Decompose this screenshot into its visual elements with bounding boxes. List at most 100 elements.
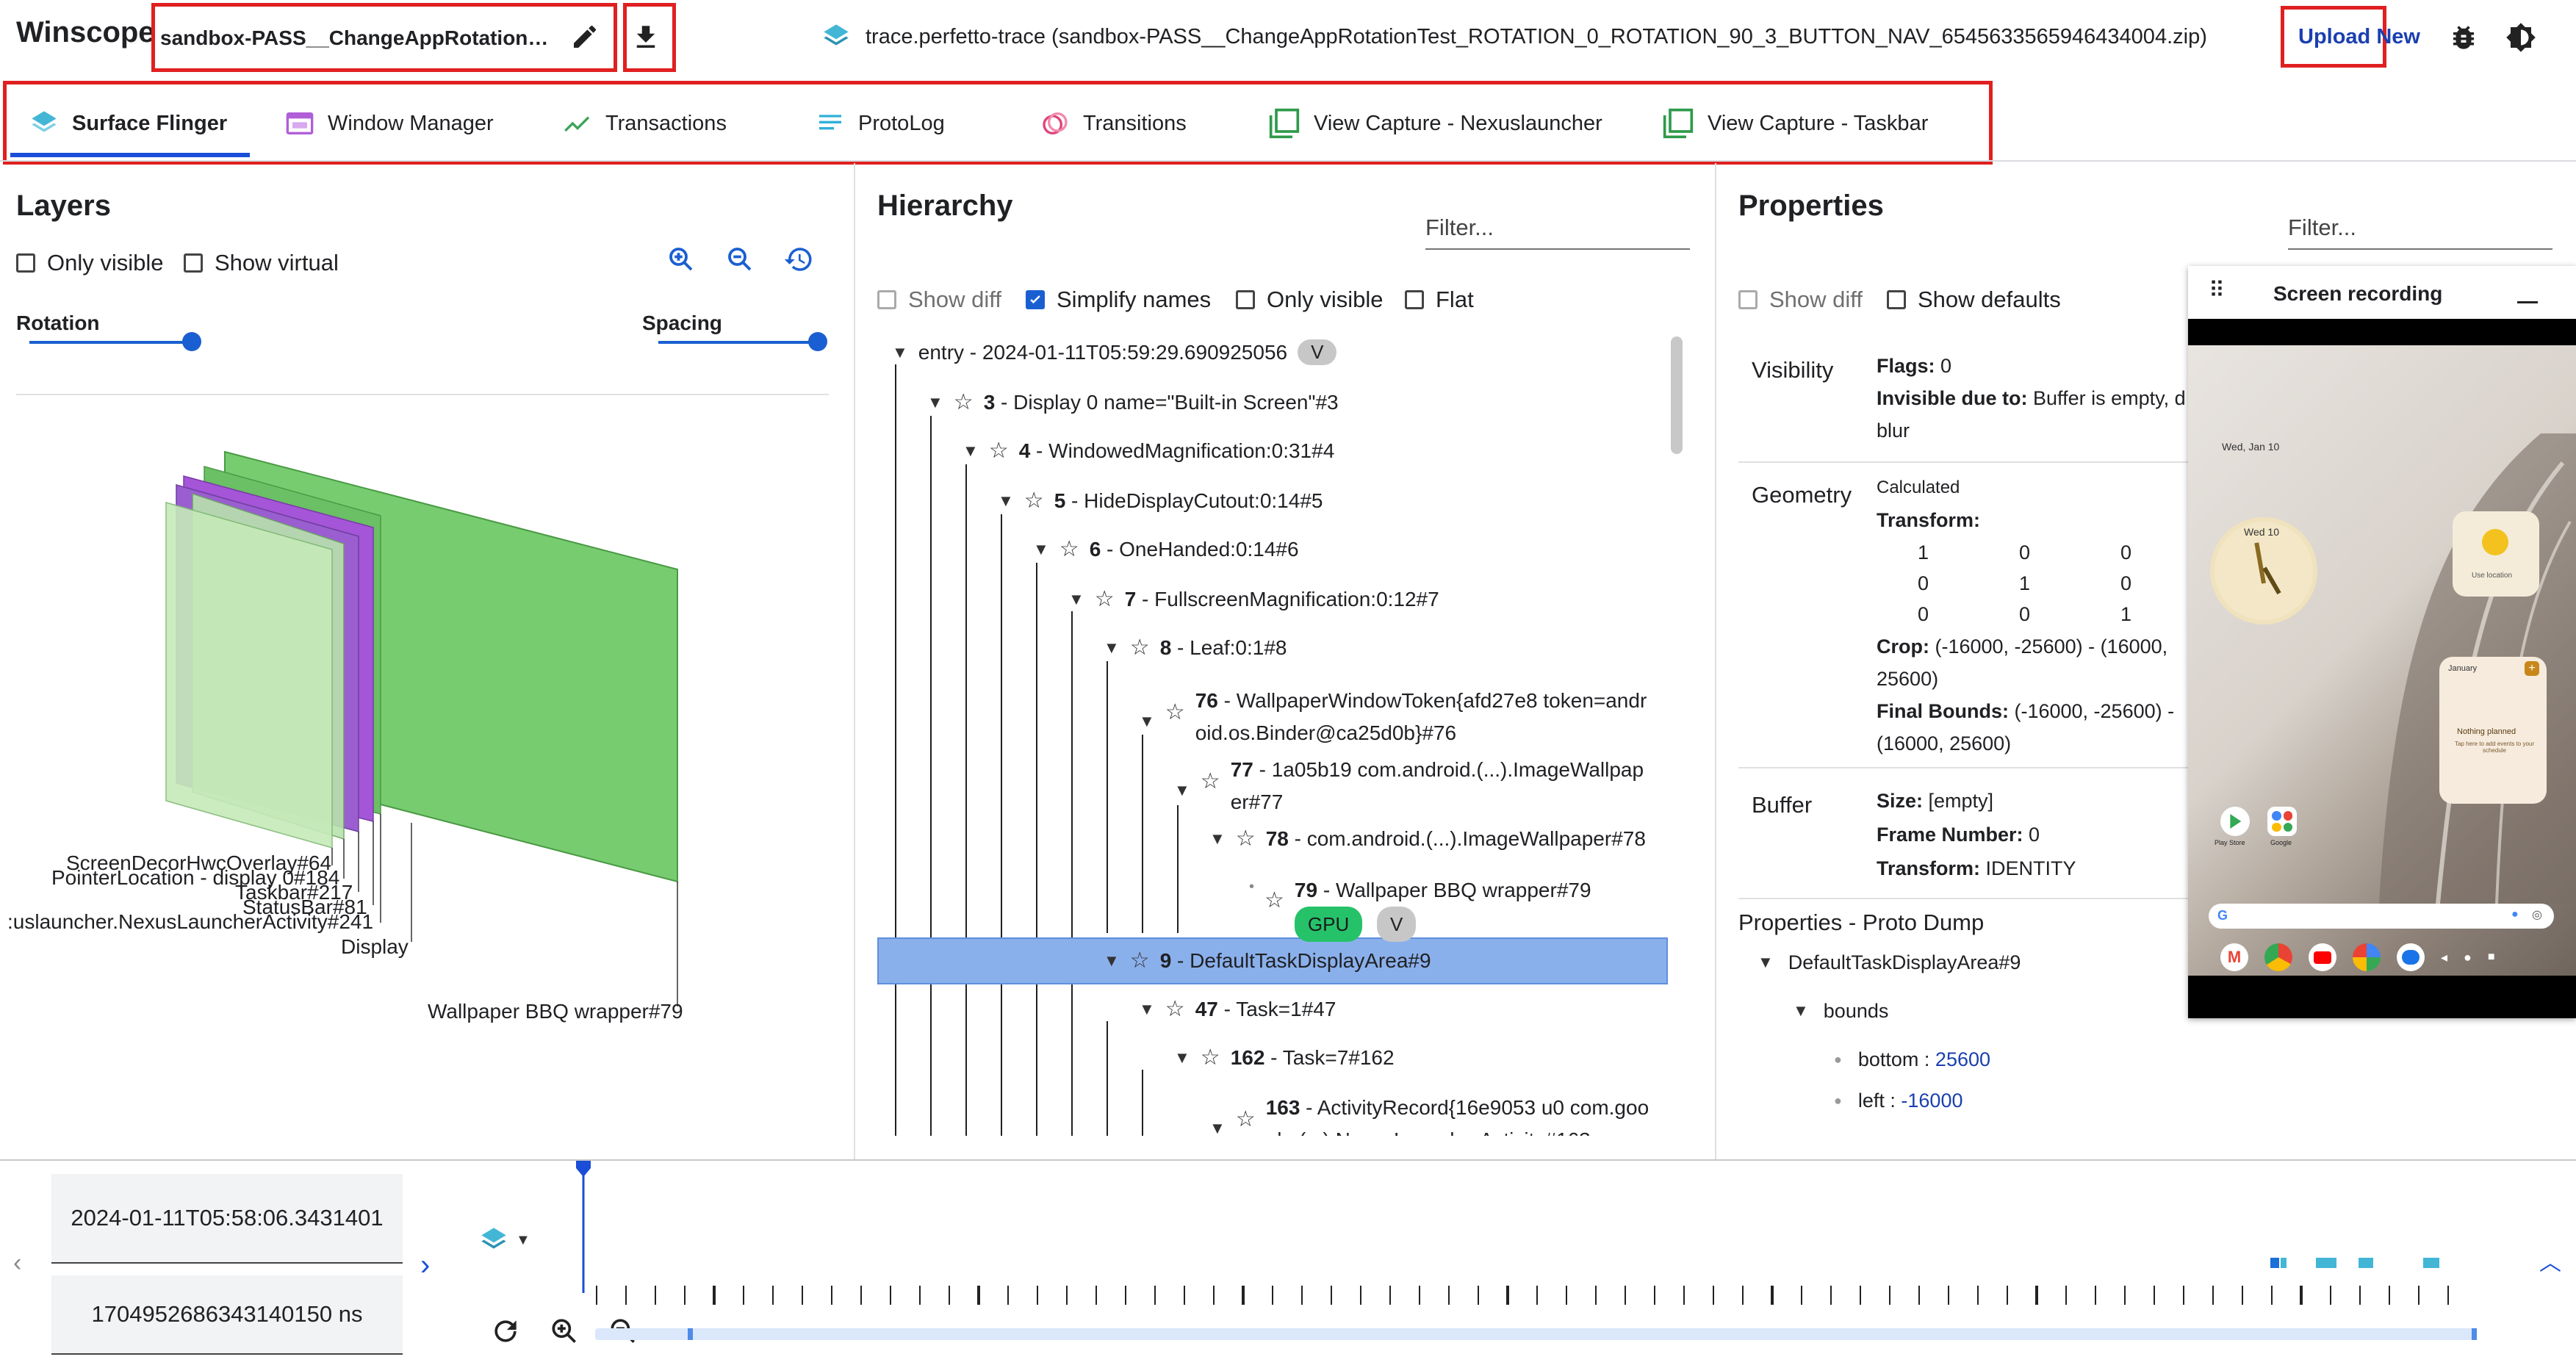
star-icon[interactable]: ☆ <box>1236 1103 1256 1136</box>
tree-node[interactable]: ▼ ☆ 47 - Task=1#47 <box>1139 996 1336 1022</box>
proto-node[interactable]: ▼ DefaultTaskDisplayArea#9 <box>1757 946 2021 979</box>
google-folder-icon[interactable] <box>2267 807 2297 836</box>
star-icon[interactable]: ☆ <box>989 438 1009 464</box>
play-store-icon[interactable] <box>2220 807 2250 836</box>
checkbox-box[interactable] <box>1026 290 1045 309</box>
chevron-down-icon[interactable]: ▼ <box>1174 1048 1190 1067</box>
timeline-range-bar[interactable] <box>595 1328 2476 1340</box>
calendar-widget[interactable]: January + Nothing planned Tap here to ad… <box>2439 657 2547 804</box>
checkbox-box[interactable] <box>184 253 203 273</box>
star-icon[interactable]: ☆ <box>954 389 974 415</box>
tab-protolog[interactable]: ProtoLog <box>816 88 945 159</box>
chevron-up-icon[interactable]: ︿ <box>2539 1245 2561 1277</box>
photos-icon[interactable] <box>2353 943 2381 971</box>
zoom-in-icon[interactable] <box>666 244 697 275</box>
tree-scrollbar[interactable] <box>1671 336 1683 454</box>
rotation-slider-thumb[interactable] <box>182 332 201 351</box>
star-icon[interactable]: ☆ <box>1165 996 1185 1022</box>
checkbox-box[interactable] <box>1405 290 1424 309</box>
layer-overlay-rect[interactable] <box>165 502 333 849</box>
star-icon[interactable]: ☆ <box>1201 1045 1220 1070</box>
upload-new-button[interactable]: Upload New <box>2298 25 2420 49</box>
properties-filter-input[interactable]: Filter... <box>2288 215 2356 241</box>
trace-entry-marker[interactable] <box>2281 1258 2287 1268</box>
chevron-down-icon[interactable]: ▼ <box>1793 995 1809 1027</box>
spacing-slider[interactable] <box>658 341 821 344</box>
tree-node-selected[interactable]: ▼ ☆ 9 - DefaultTaskDisplayArea#9 <box>1104 948 1431 973</box>
chevron-down-icon[interactable]: ▼ <box>892 343 908 362</box>
chevron-down-icon[interactable]: ▼ <box>1104 638 1120 658</box>
star-icon[interactable]: ☆ <box>1130 635 1150 660</box>
tree-node[interactable]: • ☆ 79 - Wallpaper BBQ wrapper#79 GPU V <box>1249 874 1591 942</box>
chevron-down-icon[interactable]: ▼ <box>1209 1112 1226 1136</box>
trace-entry-marker[interactable] <box>2270 1258 2279 1268</box>
chevron-down-icon[interactable]: ▼ <box>1068 590 1084 609</box>
trace-entry-marker[interactable] <box>2316 1258 2336 1268</box>
range-handle[interactable] <box>2472 1328 2477 1340</box>
chevron-down-icon[interactable]: ▼ <box>963 442 979 461</box>
weather-widget[interactable]: Use location <box>2453 511 2539 597</box>
tab-transitions[interactable]: Transitions <box>1040 88 1187 159</box>
chrome-icon[interactable] <box>2264 943 2292 971</box>
tab-transactions[interactable]: Transactions <box>563 88 727 159</box>
star-icon[interactable]: ☆ <box>1236 826 1256 851</box>
timestamp-input[interactable]: 2024-01-11T05:58:06.3431401 <box>51 1174 403 1264</box>
chevron-right-icon[interactable]: › <box>420 1249 430 1282</box>
gmail-icon[interactable]: M <box>2220 943 2248 971</box>
show-diff-checkbox[interactable]: Show diff <box>877 287 1001 313</box>
clock-widget[interactable]: Wed 10 <box>2215 522 2313 620</box>
home-screen[interactable]: Wed, Jan 10 Wed 10 Use location January … <box>2188 345 2576 976</box>
only-visible-checkbox[interactable]: Only visible <box>1236 287 1384 313</box>
hierarchy-filter-input[interactable]: Filter... <box>1425 215 1494 241</box>
trace-entry-marker[interactable] <box>2423 1258 2439 1268</box>
lens-icon[interactable]: ◎ <box>2532 907 2542 922</box>
show-diff-checkbox[interactable]: Show diff <box>1738 287 1863 313</box>
refresh-icon[interactable] <box>489 1315 522 1347</box>
download-icon[interactable] <box>630 22 661 53</box>
show-defaults-checkbox[interactable]: Show defaults <box>1887 287 2061 313</box>
star-icon[interactable]: ☆ <box>1165 696 1185 729</box>
chevron-down-icon[interactable]: ▼ <box>1139 705 1155 738</box>
tree-node[interactable]: ▼ ☆ 77 - 1a05b19 com.android.(...).ImageW… <box>1174 754 1644 818</box>
tree-node[interactable]: ▼ ☆ 7 - FullscreenMagnification:0:12#7 <box>1068 586 1439 612</box>
tree-node[interactable]: ▼ ☆ 6 - OneHanded:0:14#6 <box>1033 536 1299 562</box>
chevron-down-icon[interactable]: ▼ <box>1209 829 1226 849</box>
tree-node[interactable]: ▼ ☆ 162 - Task=7#162 <box>1174 1045 1395 1070</box>
zoom-out-icon[interactable] <box>724 244 755 275</box>
range-handle[interactable] <box>688 1328 693 1340</box>
rotation-slider[interactable] <box>29 341 193 344</box>
checkbox-box[interactable] <box>1236 290 1255 309</box>
reset-view-icon[interactable] <box>783 244 814 275</box>
search-bar[interactable]: G ● ◎ <box>2209 904 2554 929</box>
star-icon[interactable]: ☆ <box>1059 536 1079 562</box>
chevron-down-icon[interactable]: ▼ <box>927 393 943 412</box>
trace-entry-marker[interactable] <box>2359 1258 2373 1268</box>
chevron-down-icon[interactable]: ▼ <box>1033 540 1049 559</box>
chevron-down-icon[interactable]: ▼ <box>998 491 1014 511</box>
star-icon[interactable]: ☆ <box>1130 948 1150 973</box>
tree-node[interactable]: ▼ ☆ 78 - com.android.(...).ImageWallpaper… <box>1209 826 1646 851</box>
tab-view-capture-nexuslauncher[interactable]: View Capture - Nexuslauncher <box>1268 88 1602 159</box>
only-visible-checkbox[interactable]: Only visible <box>16 250 164 276</box>
star-icon[interactable]: ☆ <box>1201 766 1220 798</box>
tree-node[interactable]: ▼ ☆ 5 - HideDisplayCutout:0:14#5 <box>998 488 1323 514</box>
tree-node[interactable]: ▼ ☆ 163 - ActivityRecord{16e9053 u0 com.g… <box>1209 1092 1649 1136</box>
timeline-track[interactable] <box>588 1249 2498 1352</box>
chevron-down-icon[interactable]: ▼ <box>1139 1000 1155 1019</box>
spacing-slider-thumb[interactable] <box>808 332 827 351</box>
minimize-icon[interactable] <box>2517 301 2538 303</box>
home-nav-icon[interactable]: ● <box>2464 950 2472 965</box>
recents-nav-icon[interactable]: ■ <box>2488 951 2495 964</box>
theme-icon[interactable] <box>2505 22 2536 53</box>
zoom-in-icon[interactable] <box>548 1315 580 1347</box>
tab-view-capture-taskbar[interactable]: View Capture - Taskbar <box>1662 88 1928 159</box>
tree-node[interactable]: ▼ ☆ 8 - Leaf:0:1#8 <box>1104 635 1287 660</box>
chevron-down-icon[interactable]: ▼ <box>1104 951 1120 970</box>
tab-surface-flinger[interactable]: Surface Flinger <box>29 88 227 159</box>
tree-node[interactable]: ▼ ☆ 3 - Display 0 name="Built-in Screen"#… <box>927 389 1339 415</box>
drag-handle-icon[interactable]: ⠿ <box>2209 278 2225 303</box>
layers-3d-view[interactable]: ScreenDecorHwcOverlay#64 PointerLocation… <box>0 411 838 1043</box>
tree-node[interactable]: ▼ ☆ 76 - WallpaperWindowToken{afd27e8 tok… <box>1139 685 1647 749</box>
proto-node[interactable]: ▼ bounds <box>1793 995 1888 1027</box>
checkbox-box[interactable] <box>1887 290 1906 309</box>
